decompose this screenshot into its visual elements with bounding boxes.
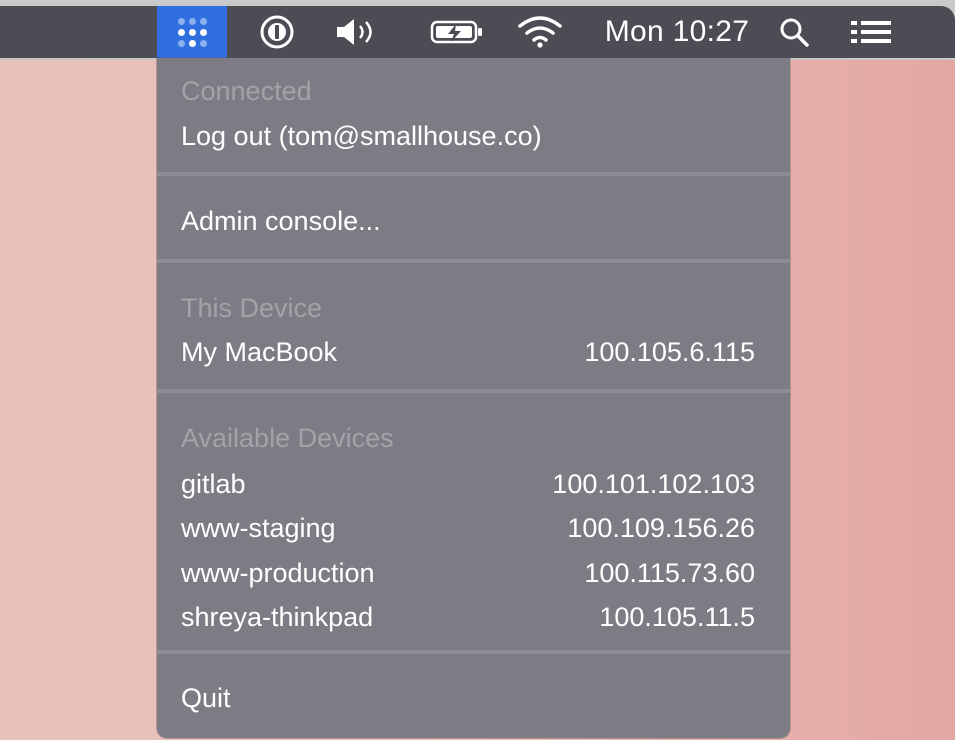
menubar-clock[interactable]: Mon 10:27 [596,6,758,58]
connected-header-label: Connected [181,75,312,106]
logout-label: Log out (tom@smallhouse.co) [181,120,542,151]
menu-separator [157,650,790,654]
menu-bar: Mon 10:27 [0,6,955,58]
menu-separator [157,259,790,263]
search-icon[interactable] [776,6,812,58]
tailscale-dropdown-menu: Connected Log out (tom@smallhouse.co) Ad… [157,58,790,738]
battery-charging-icon[interactable] [428,6,486,58]
this-device-header-label: This Device [181,292,323,323]
volume-icon[interactable] [334,6,380,58]
device-ip: 100.109.156.26 [567,512,755,543]
tailscale-icon[interactable] [157,6,227,58]
device-name: My MacBook [181,336,338,367]
device-name: gitlab [181,468,246,499]
device-ip: 100.115.73.60 [584,557,755,588]
this-device-header: This Device [181,288,755,328]
device-name: www-staging [181,512,336,543]
wifi-icon[interactable] [514,6,566,58]
device-item-shreya-thinkpad[interactable]: shreya-thinkpad 100.105.11.5 [181,597,755,637]
device-ip: 100.101.102.103 [552,468,755,499]
quit-label: Quit [181,682,231,713]
logout-item[interactable]: Log out (tom@smallhouse.co) [181,116,755,156]
device-item-www-production[interactable]: www-production 100.115.73.60 [181,553,755,593]
device-name: shreya-thinkpad [181,601,374,632]
device-ip: 100.105.6.115 [584,336,755,367]
device-name: www-production [181,557,375,588]
admin-console-item[interactable]: Admin console... [181,201,755,241]
control-center-icon[interactable] [846,6,896,58]
device-item-gitlab[interactable]: gitlab 100.101.102.103 [181,464,755,504]
this-device-item[interactable]: My MacBook 100.105.6.115 [181,332,755,372]
password-manager-icon[interactable] [256,6,298,58]
admin-console-label: Admin console... [181,205,381,236]
available-devices-header: Available Devices [181,418,755,458]
available-devices-header-label: Available Devices [181,422,394,453]
quit-item[interactable]: Quit [181,678,755,718]
menu-separator [157,172,790,176]
connected-header: Connected [181,71,755,111]
device-ip: 100.105.11.5 [599,601,755,632]
device-item-www-staging[interactable]: www-staging 100.109.156.26 [181,508,755,548]
menu-separator [157,389,790,393]
